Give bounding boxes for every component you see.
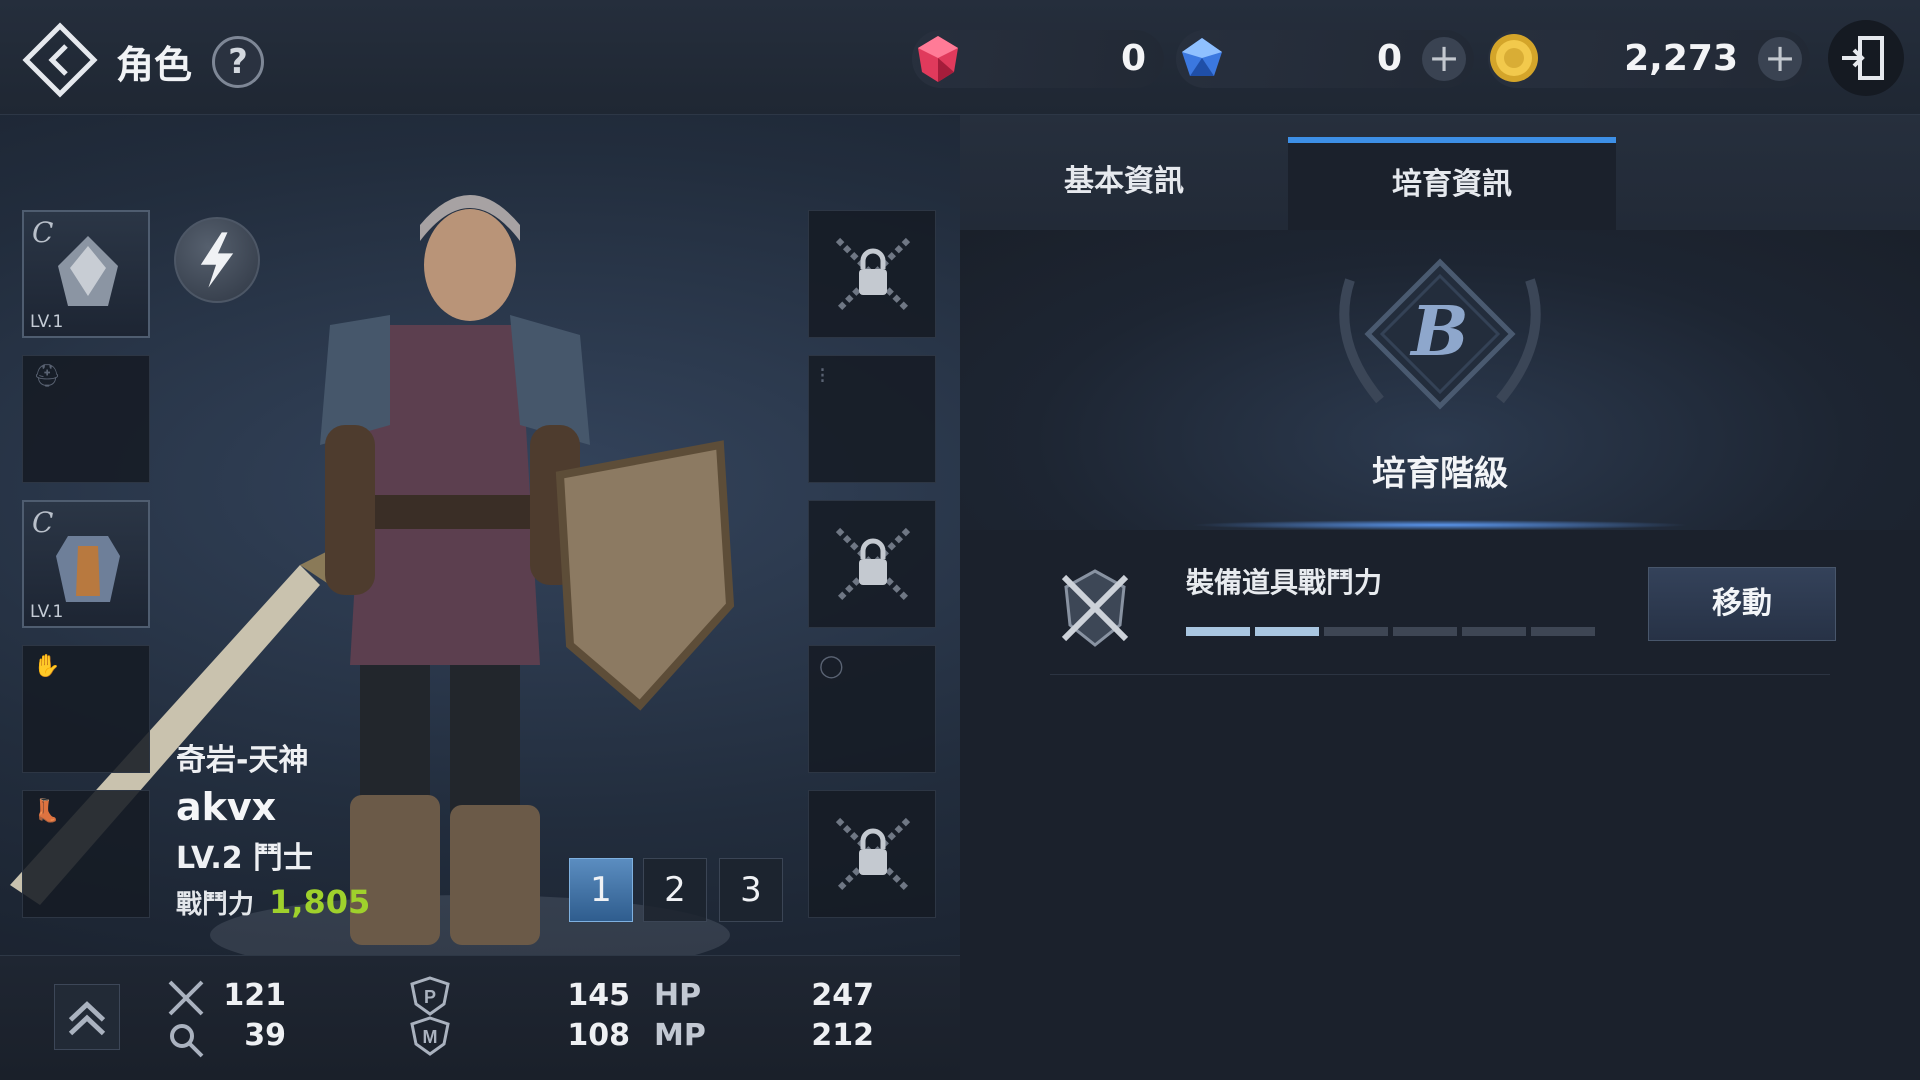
gold-coin-icon: [1490, 34, 1538, 82]
server-name: 奇岩-天神: [176, 743, 309, 778]
weapon-icon: [58, 236, 118, 306]
accessory-slot-ring[interactable]: ◯: [808, 645, 936, 773]
move-button[interactable]: 移動: [1648, 567, 1836, 641]
hp-value: 247: [811, 978, 874, 1013]
progress-segment: [1255, 627, 1319, 636]
blue-gem-icon: [1182, 38, 1222, 76]
character-name: akvx: [176, 785, 277, 829]
add-blue-gem-button[interactable]: +: [1422, 37, 1466, 81]
accessory-slot-locked[interactable]: [808, 500, 936, 628]
equip-slot-gloves[interactable]: ✋: [22, 645, 150, 773]
lock-chains-icon: [835, 237, 911, 313]
add-gold-button[interactable]: +: [1758, 37, 1802, 81]
combat-power: 戰鬥力 1,805: [176, 883, 370, 921]
red-gem-icon: [918, 36, 958, 82]
accessory-slot-locked[interactable]: [808, 790, 936, 918]
character-info: 奇岩-天神 akvx LV.2 鬥士 戰鬥力 1,805: [176, 735, 370, 921]
tab-bar: 基本資訊 培育資訊: [960, 115, 1920, 230]
ring-icon: ◯: [819, 654, 844, 679]
progress-segment: [1324, 627, 1388, 636]
stats-bar: 121 39 P M 145 108 HP MP 247 212: [0, 955, 960, 1080]
character-screen: 角色 ? 0 0 + 2,273 + C LV.1 ⛑ C LV.1 ✋ 👢 ⁝…: [0, 0, 1920, 1080]
magic-defense-value: 108: [567, 1018, 630, 1053]
gold-amount: 2,273: [1624, 38, 1738, 79]
character-level-class: LV.2 鬥士: [176, 841, 314, 876]
equip-power-row: 裝備道具戰鬥力 移動: [1050, 555, 1836, 675]
accessory-slot-locked[interactable]: [808, 210, 936, 338]
equip-slot-helmet[interactable]: ⛑: [22, 355, 150, 483]
top-bar: 角色 ? 0 0 + 2,273 +: [0, 0, 1920, 115]
grade-glow: [1190, 520, 1690, 530]
expand-stats-button[interactable]: [54, 984, 120, 1050]
preset-tab-2[interactable]: 2: [643, 858, 707, 922]
hp-label: HP: [654, 978, 702, 1013]
crossed-swords-icon: [1061, 569, 1129, 647]
equip-slot-boots[interactable]: 👢: [22, 790, 150, 918]
page-title: 角色: [116, 43, 193, 87]
exit-button[interactable]: [1828, 20, 1904, 96]
equip-slot-armor[interactable]: C LV.1: [22, 500, 150, 628]
preset-tab-3[interactable]: 3: [719, 858, 783, 922]
physical-defense-icon: P: [410, 976, 450, 1016]
armor-icon: [56, 536, 120, 602]
lightning-icon: [200, 232, 234, 288]
magic-defense-icon: M: [410, 1016, 450, 1056]
grade-letter: B: [1409, 292, 1468, 372]
boots-icon: 👢: [33, 799, 61, 824]
red-gem-amount: 0: [1120, 38, 1146, 79]
attack-value: 121: [223, 978, 286, 1013]
mp-label: MP: [654, 1018, 706, 1053]
lock-chains-icon: [835, 527, 911, 603]
earring-icon: ⁝: [819, 364, 826, 389]
progress-segment: [1462, 627, 1526, 636]
equip-power-label: 裝備道具戰鬥力: [1186, 566, 1383, 599]
help-button[interactable]: ?: [212, 36, 264, 88]
equip-slot-weapon[interactable]: C LV.1: [22, 210, 150, 338]
slot-level: LV.1: [30, 312, 64, 332]
svg-text:P: P: [424, 987, 436, 1007]
preset-tab-1[interactable]: 1: [569, 858, 633, 922]
helmet-icon: ⛑: [33, 364, 61, 389]
accuracy-value: 39: [244, 1018, 286, 1053]
growth-grade-label: 培育階級: [1372, 454, 1508, 494]
physical-defense-value: 145: [567, 978, 630, 1013]
tab-basic-info[interactable]: 基本資訊: [960, 137, 1288, 230]
combat-power-label: 戰鬥力: [176, 890, 255, 920]
progress-segment: [1531, 627, 1595, 636]
tab-growth-info[interactable]: 培育資訊: [1288, 137, 1616, 230]
double-chevron-up-icon: [68, 1001, 106, 1036]
svg-text:M: M: [423, 1027, 438, 1047]
growth-grade-section: B 培育階級: [960, 230, 1920, 530]
character-panel: C LV.1 ⛑ C LV.1 ✋ 👢 ⁝ ◯ 奇岩-天神 akvx LV.2 …: [0, 115, 960, 975]
accessory-slot-earring[interactable]: ⁝: [808, 355, 936, 483]
mp-value: 212: [811, 1018, 874, 1053]
lock-chains-icon: [835, 817, 911, 893]
info-panel: 基本資訊 培育資訊 B 培育階級 裝備道具戰鬥力 移動: [960, 115, 1920, 1080]
grade-emblem-icon: B: [1339, 258, 1541, 410]
gloves-icon: ✋: [33, 654, 61, 679]
currency-red-gem: 0: [912, 30, 1164, 88]
combat-power-value: 1,805: [269, 883, 371, 921]
progress-segment: [1393, 627, 1457, 636]
currency-blue-gem: 0 +: [1176, 30, 1474, 88]
exit-icon: [1842, 36, 1884, 80]
currency-gold: 2,273 +: [1488, 30, 1810, 88]
slot-level: LV.1: [30, 602, 64, 622]
back-icon[interactable]: [22, 22, 98, 98]
blue-gem-amount: 0: [1376, 38, 1402, 79]
progress-segment: [1186, 627, 1250, 636]
skill-button[interactable]: [174, 217, 260, 303]
